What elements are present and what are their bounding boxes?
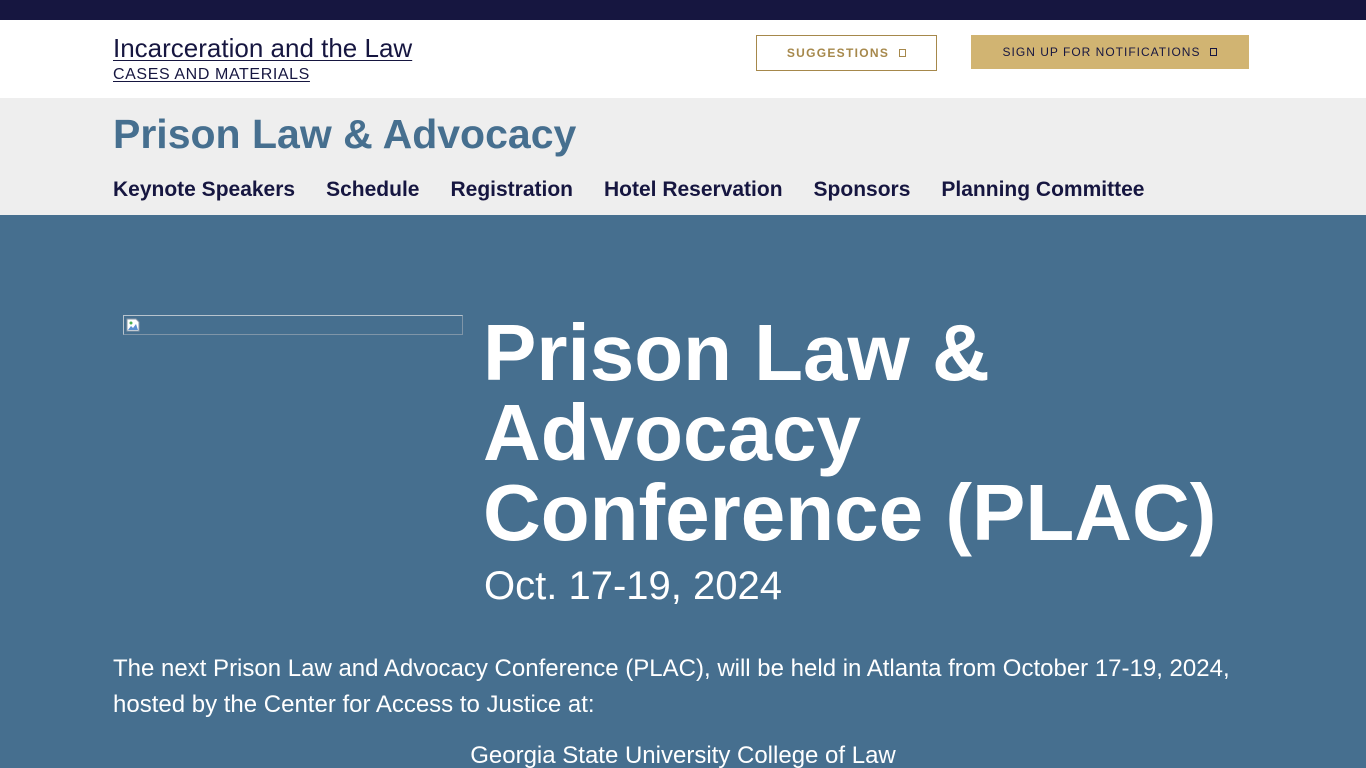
external-link-icon [899,49,907,57]
nav-item-hotel-reservation[interactable]: Hotel Reservation [604,178,783,202]
top-bar [0,0,1366,20]
notifications-signup-button[interactable]: SIGN UP FOR NOTIFICATIONS [971,35,1249,69]
nav-item-schedule[interactable]: Schedule [326,178,419,202]
hero-title: Prison Law & Advocacy Conference (PLAC) [483,308,1217,557]
venue-name: Georgia State University College of Law [470,742,896,768]
suggestions-button-label: SUGGESTIONS [786,46,890,60]
intro-paragraph: The next Prison Law and Advocacy Confere… [113,655,1230,718]
section-title[interactable]: Prison Law & Advocacy [113,111,576,158]
main-content: Prison Law & Advocacy Conference (PLAC) … [0,215,1366,768]
nav-item-keynote-speakers[interactable]: Keynote Speakers [113,178,295,202]
suggestions-button[interactable]: SUGGESTIONS [756,35,937,71]
hero-image-placeholder [123,315,463,335]
main-nav: Keynote Speakers Schedule Registration H… [113,178,1144,202]
nav-item-planning-committee[interactable]: Planning Committee [941,178,1144,202]
nav-item-sponsors[interactable]: Sponsors [814,178,911,202]
site-title-link[interactable]: Incarceration and the Law [113,33,412,64]
broken-image-icon [126,318,140,332]
section-header: Prison Law & Advocacy Keynote Speakers S… [0,98,1366,215]
nav-item-registration[interactable]: Registration [450,178,573,202]
site-subtitle-link[interactable]: CASES AND MATERIALS [113,66,310,84]
notifications-button-label: SIGN UP FOR NOTIFICATIONS [1002,45,1201,59]
hero-date: Oct. 17-19, 2024 [484,564,782,608]
external-link-icon [1210,48,1218,56]
site-header: Incarceration and the Law CASES AND MATE… [0,20,1366,98]
